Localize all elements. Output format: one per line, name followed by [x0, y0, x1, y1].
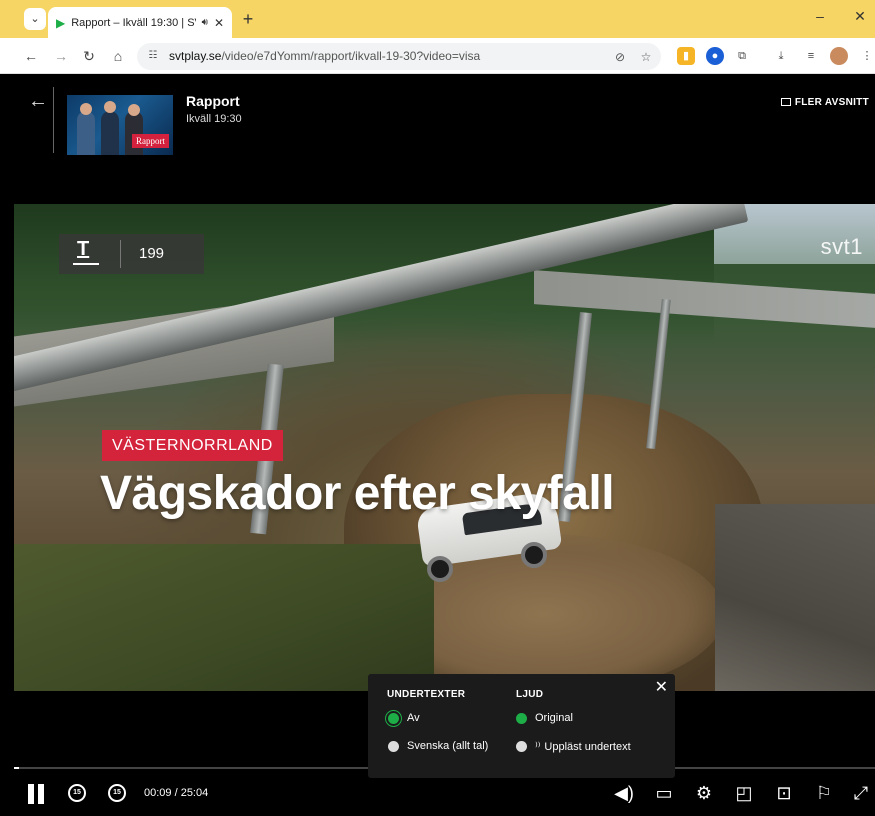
profile-avatar[interactable] [830, 47, 848, 65]
url-path: /video/e7dYomm/rapport/ikvall-19-30?vide… [221, 49, 481, 63]
option-label: Svenska (allt tal) [407, 740, 489, 752]
radio-unselected-icon [388, 740, 399, 752]
bookmark-star-icon[interactable]: ☆ [637, 48, 655, 66]
extension-icon[interactable]: ▮ [677, 47, 695, 65]
minimize-button[interactable]: – [810, 8, 830, 24]
more-episodes-button[interactable]: FLER AVSNITT [780, 97, 869, 108]
reload-icon[interactable]: ↻ [78, 45, 100, 67]
time-display: 00:09 / 25:04 [144, 787, 209, 799]
pause-icon-bar [28, 784, 34, 805]
download-icon[interactable]: ⤓ [772, 47, 790, 65]
indicator-divider [120, 240, 121, 268]
forward-15-icon: 15 [108, 783, 126, 802]
extensions-puzzle-icon[interactable]: ⧉ [733, 47, 751, 65]
thumbnail-badge: Rapport [132, 134, 169, 148]
back-arrow-icon[interactable]: ← [20, 45, 42, 67]
popup-close-icon[interactable]: ✕ [655, 677, 668, 697]
thumbnail-head [80, 103, 92, 115]
progress-fill [14, 767, 20, 769]
subtitle-audio-popup: ✕ UNDERTEXTER LJUD Av Svenska (allt tal)… [368, 674, 675, 778]
media-control-icon[interactable]: ≡ [802, 47, 820, 65]
speaker-icon[interactable]: 🔊︎ [202, 17, 208, 28]
fullscreen-icon[interactable]: ⤢ [848, 775, 874, 811]
skip-back-button[interactable]: 15 [64, 775, 90, 811]
thumbnail-person [77, 111, 95, 155]
url-text[interactable]: svtplay.se/video/e7dYomm/rapport/ikvall-… [169, 49, 480, 63]
url-domain: svtplay.se [169, 49, 222, 63]
subtitle-option-off[interactable]: Av [388, 712, 420, 724]
audio-option-read-subtitles[interactable]: ⁾⁾ Uppläst undertext [516, 740, 631, 753]
tab-title: Rapport – Ikväll 19:30 | SVT [71, 16, 196, 29]
video-frame[interactable]: T 199 svt1 VÄSTERNORRLAND Vägskador efte… [14, 204, 875, 691]
tracking-protection-icon[interactable]: ⊘ [611, 48, 629, 66]
browser-toolbar: ← → ↻ ⌂ ☷ svtplay.se/video/e7dYomm/rappo… [0, 38, 875, 74]
report-flag-icon[interactable]: ⚐ [811, 775, 837, 811]
volume-icon[interactable]: ◀︎) [611, 775, 637, 811]
window-close-button[interactable]: ✕ [850, 8, 870, 25]
thumbnail-head [128, 104, 140, 116]
menu-kebab-icon[interactable]: ⋮ [858, 47, 875, 65]
subtitle-page-number: 199 [139, 245, 165, 262]
video-player: ← Rapport Rapport Ikväll 19:30 FLER AVSN… [0, 75, 875, 816]
cast-icon[interactable]: ⊡ [771, 775, 797, 811]
text-tv-icon-line [73, 263, 99, 265]
scene-grass [14, 544, 434, 691]
radio-selected-icon [388, 712, 399, 724]
picture-in-picture-icon[interactable]: ◰ [731, 775, 757, 811]
show-thumbnail: Rapport [67, 95, 173, 155]
extension-shield-icon[interactable]: ● [706, 47, 724, 65]
car-wheel [427, 556, 453, 582]
episodes-icon [780, 98, 791, 106]
header-divider [53, 87, 54, 153]
settings-gear-icon[interactable]: ⚙ [691, 775, 717, 811]
speech-icon: ⁾⁾ [535, 741, 541, 753]
channel-logo: svt1 [820, 234, 863, 259]
player-back-arrow-icon[interactable]: ← [28, 90, 48, 113]
browser-tab-strip: ⌄ ▶ Rapport – Ikväll 19:30 | SVT 🔊︎ ✕ + … [0, 0, 875, 38]
radio-unselected-icon [516, 741, 527, 752]
radio-selected-icon [516, 712, 527, 724]
pause-button[interactable] [24, 775, 48, 811]
subtitles-settings-icon[interactable]: ▭ [651, 775, 677, 811]
pause-icon-bar [38, 784, 44, 805]
show-subtitle: Ikväll 19:30 [186, 113, 242, 125]
region-tag: VÄSTERNORRLAND [102, 430, 283, 461]
audio-option-original[interactable]: Original [516, 712, 573, 724]
news-headline: Vägskador efter skyfall [100, 467, 615, 520]
teletext-subtitle-indicator: T 199 [59, 234, 204, 274]
thumbnail-person [125, 111, 143, 155]
more-episodes-label: FLER AVSNITT [794, 97, 869, 108]
scene-rocks [715, 504, 875, 691]
address-bar[interactable]: ☷ svtplay.se/video/e7dYomm/rapport/ikval… [137, 43, 661, 70]
site-info-icon[interactable]: ☷ [145, 48, 161, 64]
subtitles-header: UNDERTEXTER [387, 689, 466, 700]
option-label: Av [407, 712, 420, 724]
show-title: Rapport [186, 93, 240, 109]
thumbnail-head [104, 101, 116, 113]
tab-search-button[interactable]: ⌄ [24, 8, 46, 30]
svt-play-favicon-icon: ▶ [56, 15, 66, 30]
rewind-15-icon: 15 [68, 783, 86, 802]
option-label: Original [535, 712, 573, 724]
forward-arrow-icon[interactable]: → [50, 45, 72, 67]
browser-tab[interactable]: ▶ Rapport – Ikväll 19:30 | SVT 🔊︎ ✕ [48, 7, 232, 38]
option-label: Uppläst undertext [544, 740, 631, 753]
audio-header: LJUD [516, 689, 544, 700]
skip-forward-button[interactable]: 15 [104, 775, 130, 811]
subtitle-option-swedish[interactable]: Svenska (allt tal) [388, 740, 488, 752]
new-tab-button[interactable]: + [238, 9, 258, 29]
home-icon[interactable]: ⌂ [107, 45, 129, 67]
tab-close-icon[interactable]: ✕ [214, 16, 224, 30]
car-wheel [521, 542, 547, 568]
thumbnail-person [101, 111, 119, 155]
text-tv-icon: T [77, 238, 90, 260]
